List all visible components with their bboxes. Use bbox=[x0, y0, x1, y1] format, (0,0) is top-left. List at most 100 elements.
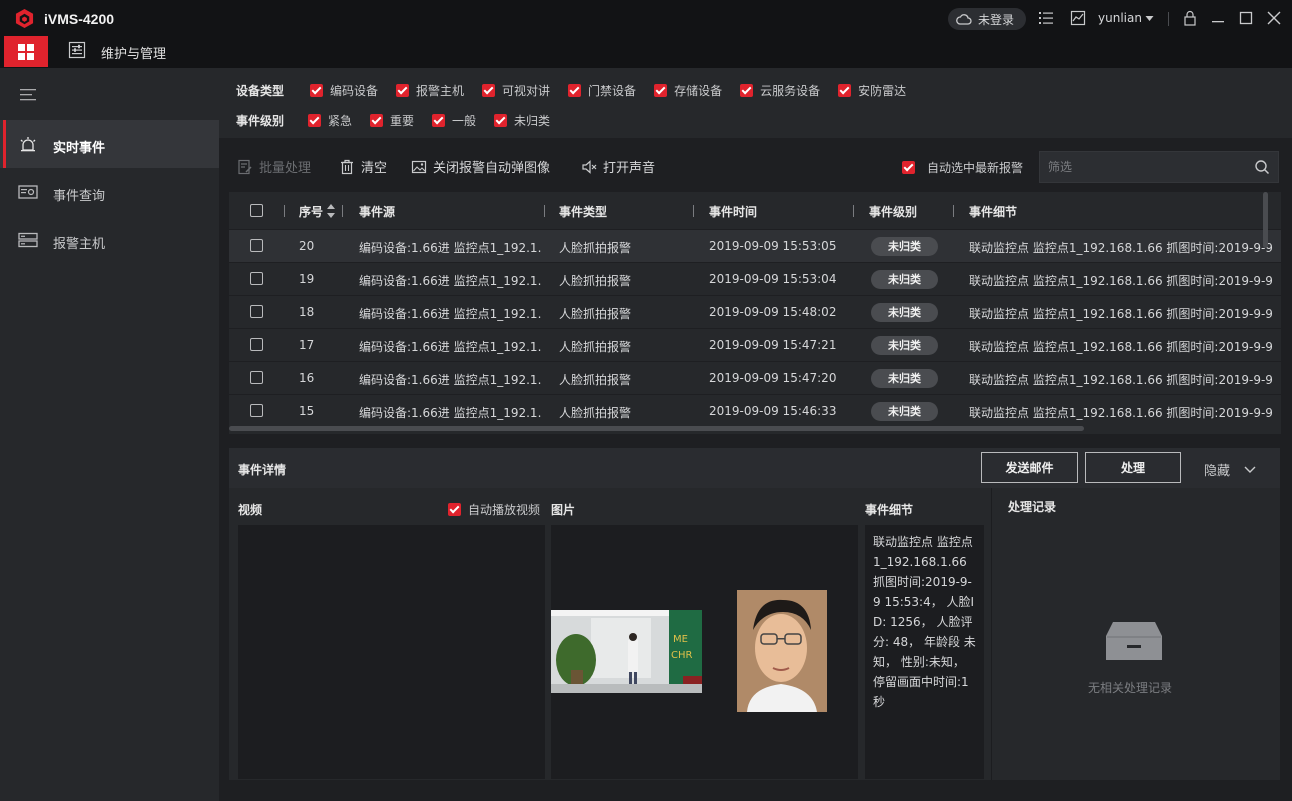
collapse-menu-icon[interactable] bbox=[20, 88, 36, 102]
scene-capture-image[interactable]: ME CHR bbox=[551, 610, 702, 693]
home-grid-button[interactable] bbox=[4, 36, 48, 67]
list-menu-icon[interactable] bbox=[1038, 10, 1054, 26]
clear-button[interactable]: 清空 bbox=[339, 157, 387, 176]
select-all-checkbox[interactable] bbox=[250, 204, 263, 217]
cell-source: 编码设备:1.66进 监控点1_192.1... bbox=[359, 373, 541, 387]
column-header-type[interactable]: 事件类型 bbox=[559, 203, 607, 220]
level-badge: 未归类 bbox=[871, 369, 938, 388]
cell-type: 人脸抓拍报警 bbox=[559, 340, 632, 354]
cell-time: 2019-09-09 15:53:05 bbox=[709, 239, 837, 253]
device-type-checkbox[interactable]: 门禁设备 bbox=[568, 82, 636, 99]
sort-arrows-icon[interactable] bbox=[326, 203, 336, 219]
event-level-label: 事件级别 bbox=[236, 113, 285, 128]
row-checkbox[interactable] bbox=[250, 404, 263, 417]
sidebar-item-realtime-events[interactable]: 实时事件 bbox=[0, 120, 219, 168]
table-row[interactable]: 17 编码设备:1.66进 监控点1_192.1... 人脸抓拍报警 2019-… bbox=[229, 328, 1281, 361]
column-header-time[interactable]: 事件时间 bbox=[709, 203, 757, 220]
event-level-checkbox[interactable]: 一般 bbox=[432, 112, 476, 129]
batch-edit-icon bbox=[238, 159, 252, 174]
settings-panel-icon[interactable] bbox=[68, 41, 86, 59]
event-level-checkbox[interactable]: 紧急 bbox=[308, 112, 352, 129]
column-header-source[interactable]: 事件源 bbox=[359, 203, 395, 220]
user-name[interactable]: yunlian bbox=[1098, 11, 1142, 25]
column-header-level[interactable]: 事件级别 bbox=[869, 203, 917, 220]
column-divider bbox=[853, 205, 854, 217]
handling-records-label: 处理记录 bbox=[1008, 500, 1057, 514]
handle-button[interactable]: 处理 bbox=[1085, 452, 1181, 483]
cell-seq: 16 bbox=[299, 371, 315, 385]
trash-icon bbox=[341, 159, 353, 174]
cell-seq: 17 bbox=[299, 338, 315, 352]
cell-seq: 20 bbox=[299, 239, 315, 253]
device-type-checkbox[interactable]: 报警主机 bbox=[396, 82, 464, 99]
event-level-checkbox[interactable]: 重要 bbox=[370, 112, 414, 129]
svg-text:ME: ME bbox=[673, 634, 688, 645]
handling-records-panel: 处理记录 无相关处理记录 bbox=[991, 488, 1280, 780]
filter-area: 设备类型 编码设备 报警主机 可视对讲 门禁设备 存储设备 云服务设备 安防雷达… bbox=[219, 68, 1292, 138]
close-alarm-popup-button[interactable]: 关闭报警自动弹图像 bbox=[411, 157, 550, 176]
checkbox-checked-icon bbox=[902, 161, 915, 174]
vertical-scrollbar[interactable] bbox=[1263, 192, 1268, 248]
table-row[interactable]: 15 编码设备:1.66进 监控点1_192.1... 人脸抓拍报警 2019-… bbox=[229, 394, 1281, 427]
horizontal-scrollbar[interactable] bbox=[229, 426, 1084, 431]
login-status-button[interactable]: 未登录 bbox=[948, 8, 1026, 30]
enable-sound-button[interactable]: 打开声音 bbox=[581, 157, 655, 176]
lock-icon[interactable] bbox=[1182, 10, 1198, 26]
face-capture-image[interactable] bbox=[737, 590, 827, 712]
row-checkbox[interactable] bbox=[250, 338, 263, 351]
checkbox-checked-icon bbox=[448, 503, 461, 516]
table-row[interactable]: 16 编码设备:1.66进 监控点1_192.1... 人脸抓拍报警 2019-… bbox=[229, 361, 1281, 394]
device-type-checkbox[interactable]: 编码设备 bbox=[310, 82, 378, 99]
cell-seq: 18 bbox=[299, 305, 315, 319]
autoplay-video-checkbox[interactable]: 自动播放视频 bbox=[448, 501, 540, 518]
login-status-label: 未登录 bbox=[978, 12, 1015, 27]
minimize-icon[interactable] bbox=[1210, 10, 1226, 26]
sidebar-item-event-search[interactable]: 事件查询 bbox=[0, 168, 219, 216]
event-level-checkbox[interactable]: 未归类 bbox=[494, 112, 550, 129]
monitor-chart-icon[interactable] bbox=[1070, 10, 1086, 26]
row-checkbox[interactable] bbox=[250, 371, 263, 384]
cell-detail: 联动监控点 监控点1_192.168.1.66 抓图时间:2019-9-9 bbox=[969, 373, 1273, 387]
sidebar-item-alarm-host[interactable]: 报警主机 bbox=[0, 216, 219, 264]
cell-time: 2019-09-09 15:47:21 bbox=[709, 338, 837, 352]
chevron-down-icon[interactable] bbox=[1144, 13, 1155, 23]
chevron-down-icon bbox=[1244, 466, 1256, 473]
cell-source: 编码设备:1.66进 监控点1_192.1... bbox=[359, 307, 541, 321]
device-type-checkbox[interactable]: 可视对讲 bbox=[482, 82, 550, 99]
svg-text:CHR: CHR bbox=[671, 650, 693, 661]
table-row[interactable]: 20 编码设备:1.66进 监控点1_192.1... 人脸抓拍报警 2019-… bbox=[229, 229, 1281, 262]
auto-select-latest-checkbox[interactable]: 自动选中最新报警 bbox=[902, 159, 1023, 176]
hide-details-button[interactable]: 隐藏 bbox=[1204, 460, 1256, 479]
device-type-checkbox[interactable]: 存储设备 bbox=[654, 82, 722, 99]
search-icon[interactable] bbox=[1254, 159, 1270, 175]
row-checkbox[interactable] bbox=[250, 305, 263, 318]
face-photo-icon bbox=[737, 590, 827, 712]
column-divider bbox=[342, 205, 343, 217]
maintenance-tab[interactable]: 维护与管理 bbox=[101, 43, 166, 62]
sidebar-item-label: 事件查询 bbox=[53, 189, 106, 204]
device-type-checkbox[interactable]: 云服务设备 bbox=[740, 82, 820, 99]
event-details-body: 视频 自动播放视频 图片 事件细节 ME CHR 联动监控点 监控点1_192.… bbox=[229, 488, 1280, 780]
maximize-icon[interactable] bbox=[1238, 10, 1254, 26]
batch-process-button[interactable]: 批量处理 bbox=[237, 157, 311, 176]
row-checkbox[interactable] bbox=[250, 239, 263, 252]
filter-search-input[interactable] bbox=[1048, 152, 1248, 182]
row-checkbox[interactable] bbox=[250, 272, 263, 285]
send-mail-button[interactable]: 发送邮件 bbox=[981, 452, 1078, 483]
device-type-checkbox[interactable]: 安防雷达 bbox=[838, 82, 906, 99]
column-header-seq[interactable]: 序号 bbox=[299, 203, 323, 220]
cell-source: 编码设备:1.66进 监控点1_192.1... bbox=[359, 406, 541, 420]
filter-search-box bbox=[1039, 151, 1279, 183]
scene-photo-icon: ME CHR bbox=[551, 610, 702, 693]
event-search-icon bbox=[18, 185, 38, 199]
table-row[interactable]: 18 编码设备:1.66进 监控点1_192.1... 人脸抓拍报警 2019-… bbox=[229, 295, 1281, 328]
cell-detail: 联动监控点 监控点1_192.168.1.66 抓图时间:2019-9-9 bbox=[969, 274, 1273, 288]
video-player[interactable] bbox=[238, 525, 545, 779]
checkbox-checked-icon bbox=[654, 83, 668, 97]
column-header-detail[interactable]: 事件细节 bbox=[969, 203, 1017, 220]
close-icon[interactable] bbox=[1266, 10, 1282, 26]
checkbox-checked-icon bbox=[740, 83, 754, 97]
cell-detail: 联动监控点 监控点1_192.168.1.66 抓图时间:2019-9-9 bbox=[969, 340, 1273, 354]
event-details-title: 事件详情 bbox=[238, 463, 287, 477]
table-row[interactable]: 19 编码设备:1.66进 监控点1_192.1... 人脸抓拍报警 2019-… bbox=[229, 262, 1281, 295]
